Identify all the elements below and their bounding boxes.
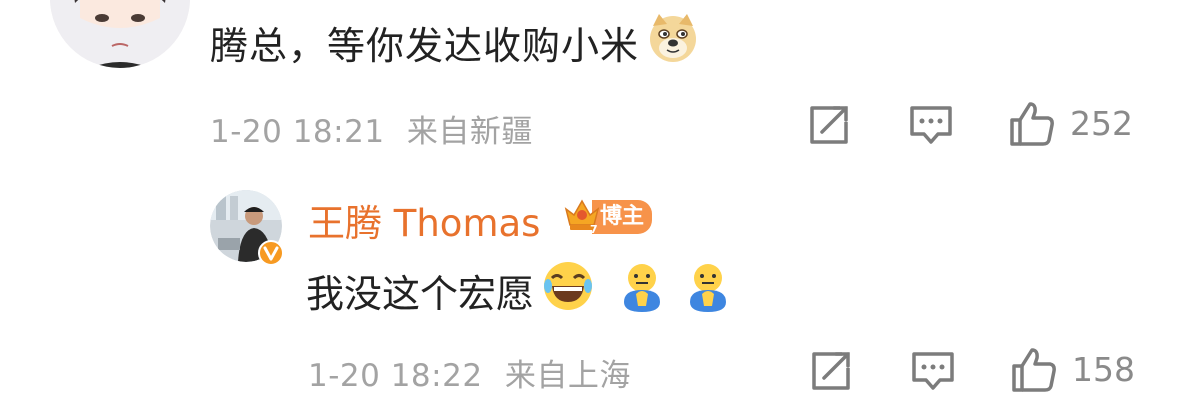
- reply-meta: 1-20 18:22 来自上海: [308, 350, 631, 395]
- share-icon[interactable]: [806, 102, 852, 148]
- comment-meta: 1-20 18:21 来自新疆: [210, 106, 533, 151]
- comment-text: 腾总，等你发达收购小米: [210, 12, 699, 73]
- comment-time: 1-20 18:21: [210, 114, 385, 150]
- like-count: 252: [1070, 103, 1133, 143]
- svg-text:7: 7: [590, 223, 598, 235]
- reply-location: 来自上海: [504, 358, 631, 394]
- like-button[interactable]: 252: [1008, 100, 1133, 146]
- reply-text: 我没这个宏愿: [306, 258, 732, 323]
- share-icon[interactable]: [808, 348, 854, 394]
- laugh-cry-emoji: [540, 258, 596, 323]
- thumbs-up-icon[interactable]: [1010, 346, 1056, 392]
- comment-location: 来自新疆: [406, 114, 533, 150]
- like-button[interactable]: 158: [1010, 346, 1135, 392]
- author-badge: 7 博主: [562, 195, 653, 239]
- doge-emoji: [647, 12, 699, 73]
- crown-icon: 7: [562, 195, 602, 239]
- avatar[interactable]: [50, 0, 190, 68]
- verified-v-icon: [258, 240, 284, 270]
- thumbs-up-icon[interactable]: [1008, 100, 1054, 146]
- comment-icon[interactable]: [908, 102, 954, 148]
- reply-avatar[interactable]: [210, 190, 284, 266]
- reply-time: 1-20 18:22: [308, 358, 483, 394]
- like-count: 158: [1072, 349, 1135, 389]
- reply-author-name[interactable]: 王腾 Thomas: [308, 193, 540, 247]
- pray-emoji: [684, 258, 732, 323]
- pray-emoji: [618, 258, 666, 323]
- comment-icon[interactable]: [910, 348, 956, 394]
